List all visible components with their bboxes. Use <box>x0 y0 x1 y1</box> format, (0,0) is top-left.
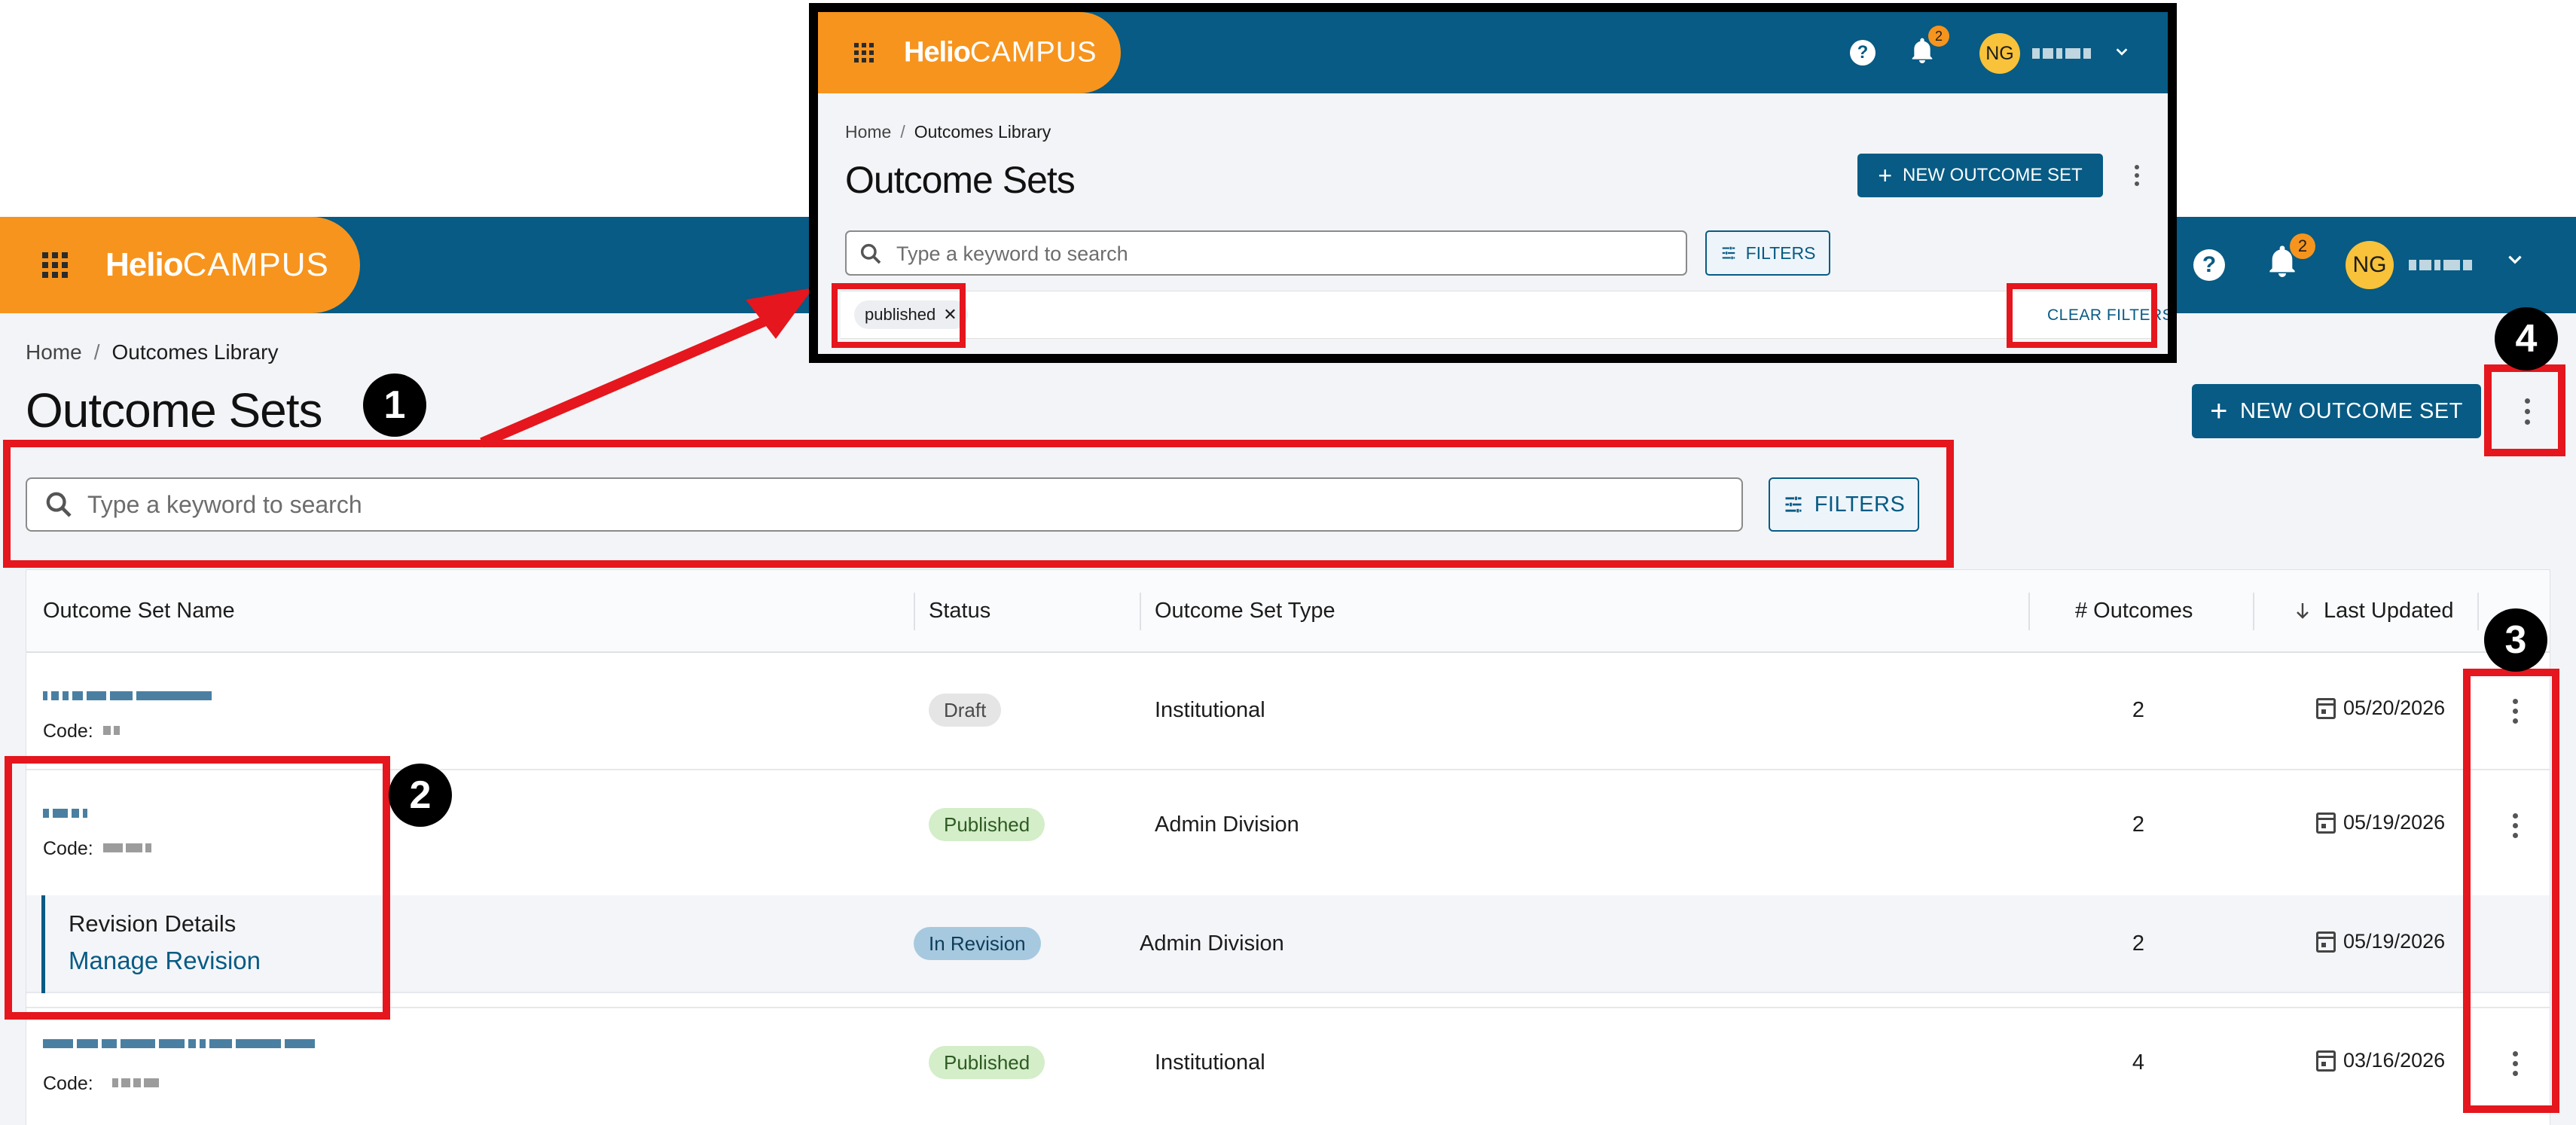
annotation-marker-4: 4 <box>2495 307 2558 370</box>
annotation-marker-1: 1 <box>363 373 426 437</box>
filter-sliders-icon <box>1722 246 1735 260</box>
heliocampus-logo[interactable]: HelioCAMPUS <box>904 37 1097 69</box>
page-more-options-icon[interactable] <box>2126 158 2148 193</box>
annotation-marker-2: 2 <box>389 764 452 827</box>
annotation-box-clear-filters <box>2007 283 2157 348</box>
help-icon[interactable]: ? <box>1850 40 1876 66</box>
filters-button[interactable]: FILTERS <box>1705 230 1830 276</box>
active-filters-bar: published ✕ CLEAR FILTERS <box>841 291 2168 339</box>
zoomed-filtered-view: HelioCAMPUS ? 2 NG Home / Outcomes Library… <box>809 3 2177 363</box>
search-icon <box>860 243 881 264</box>
page-title: Outcome Sets <box>845 159 1076 201</box>
annotation-marker-3: 3 <box>2484 608 2547 672</box>
search-field[interactable]: Type a keyword to search <box>845 230 1687 276</box>
user-avatar[interactable]: NG <box>1979 33 2020 74</box>
app-grid-icon[interactable] <box>854 43 874 62</box>
user-menu-chevron-icon[interactable] <box>2114 41 2130 66</box>
notifications-count-badge: 2 <box>1928 26 1949 47</box>
annotation-box-filter-chip <box>832 283 966 348</box>
inset-app-header: HelioCAMPUS ? 2 NG <box>818 12 2168 93</box>
new-outcome-set-button[interactable]: + NEW OUTCOME SET <box>1857 154 2103 197</box>
breadcrumb: Home / Outcomes Library <box>845 122 1051 142</box>
plus-icon: + <box>1878 162 1892 189</box>
